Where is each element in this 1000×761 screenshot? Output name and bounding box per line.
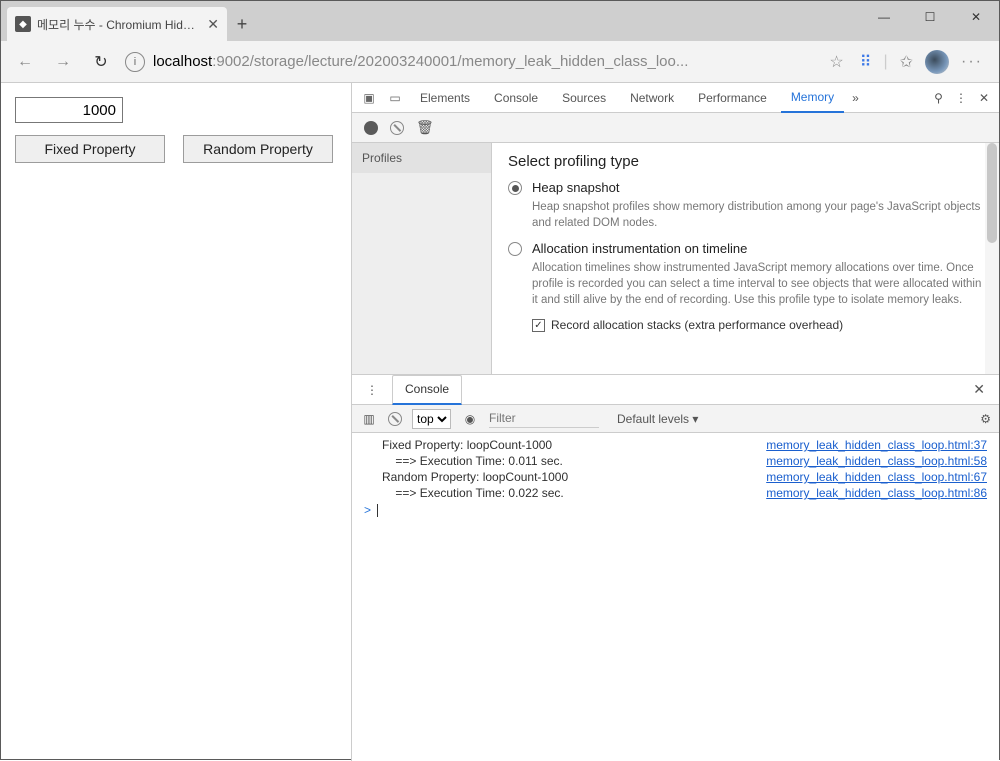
console-source-link[interactable]: memory_leak_hidden_class_loop.html:67 bbox=[766, 470, 987, 484]
record-button[interactable] bbox=[364, 121, 378, 135]
heap-snapshot-radio[interactable] bbox=[508, 181, 522, 195]
translate-icon[interactable]: ⠿ bbox=[860, 52, 872, 72]
tab-performance[interactable]: Performance bbox=[688, 83, 777, 113]
browser-tab[interactable]: ◆ 메모리 누수 - Chromium Hidden ✕ bbox=[7, 7, 227, 41]
nav-forward-button[interactable]: → bbox=[49, 48, 77, 76]
heap-snapshot-desc: Heap snapshot profiles show memory distr… bbox=[532, 199, 983, 231]
console-clear-button[interactable] bbox=[388, 412, 402, 426]
record-stacks-label: Record allocation stacks (extra performa… bbox=[551, 318, 843, 332]
page-body: Fixed Property Random Property bbox=[1, 83, 351, 761]
console-settings-icon[interactable]: ⚙ bbox=[980, 412, 991, 426]
tab-elements[interactable]: Elements bbox=[410, 83, 480, 113]
bookmark-star-icon[interactable]: ☆ bbox=[829, 52, 843, 72]
heap-snapshot-label: Heap snapshot bbox=[532, 180, 619, 195]
tab-close-icon[interactable]: ✕ bbox=[207, 16, 219, 33]
drawer-tabbar: ⋮ Console ✕ bbox=[352, 375, 999, 405]
allocation-timeline-label: Allocation instrumentation on timeline bbox=[532, 241, 747, 256]
nav-refresh-button[interactable]: ↻ bbox=[87, 48, 115, 76]
tab-memory[interactable]: Memory bbox=[781, 83, 844, 113]
url-host: localhost bbox=[153, 53, 212, 70]
console-source-link[interactable]: memory_leak_hidden_class_loop.html:58 bbox=[766, 454, 987, 468]
allocation-timeline-desc: Allocation timelines show instrumented J… bbox=[532, 260, 983, 308]
url-text[interactable]: localhost:9002/storage/lecture/202003240… bbox=[153, 53, 821, 70]
devtools-close-icon[interactable]: ✕ bbox=[975, 91, 993, 105]
devtools-panel: ▣ ▭ Elements Console Sources Network Per… bbox=[351, 83, 999, 761]
console-message: ==> Execution Time: 0.011 sec. bbox=[382, 454, 766, 468]
allocation-timeline-radio[interactable] bbox=[508, 242, 522, 256]
tab-favicon: ◆ bbox=[15, 16, 31, 32]
profile-avatar[interactable] bbox=[925, 50, 949, 74]
browser-menu-button[interactable]: ··· bbox=[961, 53, 983, 71]
toolbar-right: ⠿ | ✩ ··· bbox=[854, 50, 989, 74]
content-row: Fixed Property Random Property ▣ ▭ Eleme… bbox=[1, 83, 999, 761]
console-filter-input[interactable] bbox=[489, 410, 599, 428]
console-sidebar-toggle[interactable]: ▥ bbox=[360, 410, 378, 428]
profiling-heading: Select profiling type bbox=[508, 153, 983, 170]
profiles-sidebar: Profiles bbox=[352, 143, 492, 374]
console-row: Fixed Property: loopCount-1000memory_lea… bbox=[352, 437, 999, 453]
console-message: Fixed Property: loopCount-1000 bbox=[382, 438, 766, 452]
window-controls: — ☐ ✕ bbox=[861, 1, 999, 41]
garbage-collect-icon[interactable]: 🗑 bbox=[416, 119, 434, 136]
drawer-menu-icon[interactable]: ⋮ bbox=[360, 383, 386, 397]
live-expression-icon[interactable]: ◉ bbox=[461, 410, 479, 428]
memory-scrollbar[interactable] bbox=[985, 143, 999, 374]
tab-network[interactable]: Network bbox=[620, 83, 684, 113]
console-source-link[interactable]: memory_leak_hidden_class_loop.html:86 bbox=[766, 486, 987, 500]
tabs-overflow-icon[interactable]: » bbox=[848, 91, 863, 105]
new-tab-button[interactable]: + bbox=[227, 7, 257, 41]
memory-toolbar: 🗑 bbox=[352, 113, 999, 143]
window-minimize-button[interactable]: — bbox=[861, 1, 907, 33]
console-output: Fixed Property: loopCount-1000memory_lea… bbox=[352, 433, 999, 761]
tab-sources[interactable]: Sources bbox=[552, 83, 616, 113]
devtools-search-icon[interactable]: ⚲ bbox=[930, 91, 947, 105]
console-row: ==> Execution Time: 0.022 sec.memory_lea… bbox=[352, 485, 999, 501]
devtools-settings-icon[interactable]: ⋮ bbox=[951, 91, 971, 105]
inspect-element-icon[interactable]: ▣ bbox=[358, 91, 380, 105]
profiles-header: Profiles bbox=[352, 143, 491, 173]
context-selector[interactable]: top bbox=[412, 409, 451, 429]
console-prompt[interactable]: > bbox=[352, 501, 999, 519]
window-maximize-button[interactable]: ☐ bbox=[907, 1, 953, 33]
random-property-button[interactable]: Random Property bbox=[183, 135, 333, 163]
loop-count-input[interactable] bbox=[15, 97, 123, 123]
console-source-link[interactable]: memory_leak_hidden_class_loop.html:37 bbox=[766, 438, 987, 452]
reading-list-icon[interactable]: ✩ bbox=[900, 52, 913, 72]
tab-title: 메모리 누수 - Chromium Hidden bbox=[37, 16, 201, 33]
fixed-property-button[interactable]: Fixed Property bbox=[15, 135, 165, 163]
url-box[interactable]: i localhost:9002/storage/lecture/2020032… bbox=[125, 46, 844, 78]
tab-console[interactable]: Console bbox=[484, 83, 548, 113]
record-stacks-checkbox[interactable]: ✓ bbox=[532, 319, 545, 332]
console-row: Random Property: loopCount-1000memory_le… bbox=[352, 469, 999, 485]
memory-main: Select profiling type Heap snapshot Heap… bbox=[492, 143, 999, 374]
window-close-button[interactable]: ✕ bbox=[953, 1, 999, 33]
drawer-close-icon[interactable]: ✕ bbox=[967, 381, 991, 398]
console-row: ==> Execution Time: 0.011 sec.memory_lea… bbox=[352, 453, 999, 469]
console-message: ==> Execution Time: 0.022 sec. bbox=[382, 486, 766, 500]
drawer-tab-console[interactable]: Console bbox=[392, 375, 462, 405]
address-bar: ← → ↻ i localhost:9002/storage/lecture/2… bbox=[1, 41, 999, 83]
window-titlebar: ◆ 메모리 누수 - Chromium Hidden ✕ + — ☐ ✕ bbox=[1, 1, 999, 41]
clear-button[interactable] bbox=[390, 121, 404, 135]
console-toolbar: ▥ top ◉ Default levels ▾ ⚙ bbox=[352, 405, 999, 433]
devtools-tabbar: ▣ ▭ Elements Console Sources Network Per… bbox=[352, 83, 999, 113]
device-toggle-icon[interactable]: ▭ bbox=[384, 91, 406, 105]
url-path: :9002/storage/lecture/202003240001/memor… bbox=[212, 53, 688, 70]
nav-back-button[interactable]: ← bbox=[11, 48, 39, 76]
site-info-icon[interactable]: i bbox=[125, 52, 145, 72]
memory-body: Profiles Select profiling type Heap snap… bbox=[352, 143, 999, 375]
log-levels-selector[interactable]: Default levels ▾ bbox=[617, 412, 698, 426]
console-message: Random Property: loopCount-1000 bbox=[382, 470, 766, 484]
